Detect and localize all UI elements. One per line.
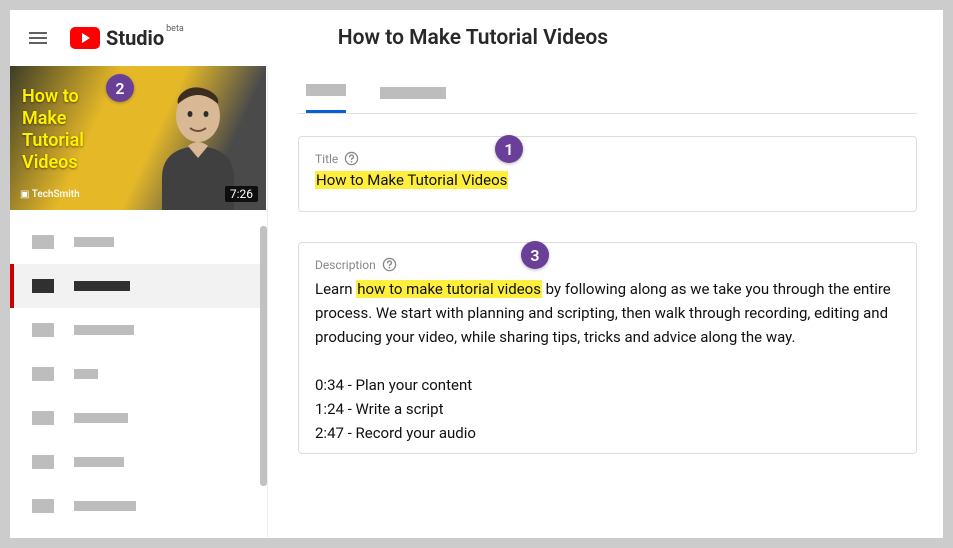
tab-bar	[298, 66, 917, 114]
video-thumbnail[interactable]: How to Make Tutorial Videos ▣ TechSmith …	[10, 66, 266, 210]
menu-button[interactable]	[26, 26, 50, 50]
title-input[interactable]: How to Make Tutorial Videos	[315, 171, 900, 189]
thumbnail-duration: 7:26	[225, 186, 258, 202]
sidebar-nav	[10, 210, 267, 538]
logo-beta: beta	[166, 24, 184, 34]
annotation-2: 2	[106, 74, 134, 102]
nav-item[interactable]	[10, 308, 267, 352]
nav-item-active[interactable]	[10, 264, 267, 308]
nav-item[interactable]	[10, 352, 267, 396]
studio-logo[interactable]: Studio beta	[70, 26, 184, 50]
page-title: How to Make Tutorial Videos	[338, 26, 608, 50]
title-label: Title	[315, 152, 338, 166]
help-icon[interactable]	[344, 151, 359, 166]
title-card: Title How to Make Tutorial Videos 1	[298, 136, 917, 212]
nav-item[interactable]	[10, 396, 267, 440]
nav-item[interactable]	[10, 484, 267, 528]
tab[interactable]	[380, 87, 446, 113]
nav-item[interactable]	[10, 440, 267, 484]
description-card: Description Learn how to make tutorial v…	[298, 242, 917, 454]
annotation-3: 3	[521, 241, 549, 269]
thumbnail-brand: ▣ TechSmith	[20, 189, 80, 200]
logo-text: Studio	[106, 26, 164, 50]
help-icon[interactable]	[382, 257, 397, 272]
description-input[interactable]: Learn how to make tutorial videos by fol…	[315, 277, 900, 445]
annotation-1: 1	[495, 135, 523, 163]
tab-active[interactable]	[306, 84, 346, 113]
scrollbar-thumb[interactable]	[260, 226, 267, 486]
youtube-icon	[70, 27, 100, 49]
description-label: Description	[315, 258, 376, 272]
thumbnail-title: How to Make Tutorial Videos	[22, 86, 84, 174]
nav-item[interactable]	[10, 220, 267, 264]
